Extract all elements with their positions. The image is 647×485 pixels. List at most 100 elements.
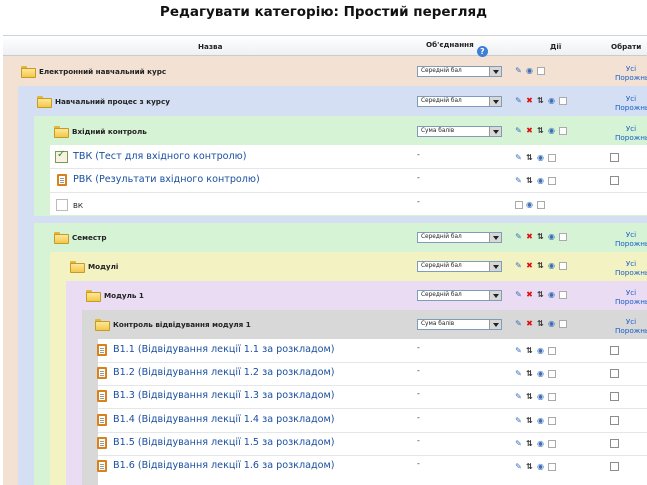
lock-checkbox[interactable]	[558, 126, 567, 135]
lock-checkbox[interactable]	[547, 346, 556, 355]
aggregation-select[interactable]: Середній бал	[417, 96, 502, 107]
select-checkbox[interactable]	[610, 153, 619, 162]
select-checkbox[interactable]	[610, 416, 619, 425]
eye-icon[interactable]: ◉	[535, 416, 546, 426]
select-none-link[interactable]: Порожньо	[615, 268, 647, 277]
move-icon[interactable]: ⇅	[535, 261, 546, 271]
lock-checkbox[interactable]	[558, 290, 567, 299]
lock-checkbox[interactable]	[547, 439, 556, 448]
move-icon[interactable]: ⇅	[524, 153, 535, 163]
chevron-down-icon[interactable]	[489, 127, 501, 136]
aggregation-select[interactable]: Середній бал	[417, 261, 502, 272]
select-none-link[interactable]: Порожньо	[615, 326, 647, 335]
lock-checkbox[interactable]	[547, 416, 556, 425]
delete-icon[interactable]: ✖	[524, 232, 535, 242]
move-icon[interactable]: ⇅	[524, 439, 535, 449]
item-name[interactable]: ТВК (Тест для вхідного контролю)	[73, 151, 246, 162]
lock-checkbox[interactable]	[547, 462, 556, 471]
lock-checkbox[interactable]	[558, 319, 567, 328]
eye-icon[interactable]: ◉	[546, 261, 557, 271]
edit-icon[interactable]: ✎	[513, 176, 524, 186]
select-all-link[interactable]: Усі	[615, 124, 647, 133]
edit-icon[interactable]: ✎	[513, 462, 524, 472]
aggregation-select[interactable]: Середній бал	[417, 66, 502, 77]
eye-icon[interactable]: ◉	[535, 153, 546, 163]
eye-icon[interactable]: ◉	[535, 439, 546, 449]
item-name[interactable]: В1.6 (Відвідування лекції 1.6 за розклад…	[113, 460, 334, 471]
move-icon[interactable]: ⇅	[524, 346, 535, 356]
chevron-down-icon[interactable]	[489, 67, 501, 76]
aggregation-select[interactable]: Сума балів	[417, 319, 502, 330]
item-name[interactable]: ВК	[73, 201, 83, 210]
edit-icon[interactable]: ✎	[513, 66, 524, 76]
aggregation-select[interactable]: Середній бал	[417, 290, 502, 301]
lock-checkbox[interactable]	[547, 176, 556, 185]
item-name[interactable]: В1.1 (Відвідування лекції 1.1 за розклад…	[113, 344, 334, 355]
item-name[interactable]: В1.2 (Відвідування лекції 1.2 за розклад…	[113, 367, 334, 378]
select-none-link[interactable]: Порожньо	[615, 133, 647, 142]
eye-icon[interactable]: ◉	[535, 346, 546, 356]
edit-icon[interactable]: ✎	[513, 126, 524, 136]
lock-checkbox[interactable]	[558, 232, 567, 241]
select-checkbox[interactable]	[610, 392, 619, 401]
select-all-link[interactable]: Усі	[615, 317, 647, 326]
select-checkbox[interactable]	[610, 439, 619, 448]
lock-checkbox[interactable]	[558, 261, 567, 270]
chevron-down-icon[interactable]	[489, 97, 501, 106]
eye-icon[interactable]: ◉	[546, 319, 557, 329]
lock-checkbox[interactable]	[536, 66, 545, 75]
edit-icon[interactable]: ✎	[513, 290, 524, 300]
lock-checkbox[interactable]	[547, 392, 556, 401]
edit-icon[interactable]: ✎	[513, 153, 524, 163]
lock-checkbox[interactable]	[547, 369, 556, 378]
edit-icon[interactable]: ✎	[513, 232, 524, 242]
delete-icon[interactable]: ✖	[524, 319, 535, 329]
select-all-link[interactable]: Усі	[615, 94, 647, 103]
move-icon[interactable]: ⇅	[535, 290, 546, 300]
eye-icon[interactable]: ◉	[546, 290, 557, 300]
item-name[interactable]: В1.3 (Відвідування лекції 1.3 за розклад…	[113, 390, 334, 401]
edit-icon[interactable]: ✎	[513, 346, 524, 356]
move-icon[interactable]: ⇅	[524, 369, 535, 379]
edit-icon[interactable]: ✎	[513, 96, 524, 106]
eye-icon[interactable]: ◉	[535, 392, 546, 402]
select-all-link[interactable]: Усі	[615, 230, 647, 239]
edit-icon[interactable]: ✎	[513, 439, 524, 449]
select-all-link[interactable]: Усі	[615, 259, 647, 268]
select-none-link[interactable]: Порожньо	[615, 103, 647, 112]
eye-icon[interactable]: ◉	[546, 232, 557, 242]
chevron-down-icon[interactable]	[489, 291, 501, 300]
lock-checkbox[interactable]	[536, 200, 545, 209]
edit-icon[interactable]: ✎	[513, 416, 524, 426]
eye-icon[interactable]: ◉	[524, 66, 535, 76]
move-icon[interactable]: ⇅	[535, 96, 546, 106]
edit-icon[interactable]: ✎	[513, 261, 524, 271]
delete-icon[interactable]: ✖	[524, 261, 535, 271]
select-all-link[interactable]: Усі	[615, 64, 647, 73]
hide-checkbox[interactable]	[514, 200, 523, 209]
lock-checkbox[interactable]	[547, 153, 556, 162]
eye-icon[interactable]: ◉	[524, 200, 535, 210]
edit-icon[interactable]: ✎	[513, 319, 524, 329]
item-name[interactable]: В1.5 (Відвідування лекції 1.5 за розклад…	[113, 437, 334, 448]
eye-icon[interactable]: ◉	[546, 96, 557, 106]
move-icon[interactable]: ⇅	[535, 232, 546, 242]
eye-icon[interactable]: ◉	[535, 462, 546, 472]
eye-icon[interactable]: ◉	[546, 126, 557, 136]
lock-checkbox[interactable]	[558, 96, 567, 105]
item-name[interactable]: РВК (Результати вхідного контролю)	[73, 174, 260, 185]
eye-icon[interactable]: ◉	[535, 369, 546, 379]
select-checkbox[interactable]	[610, 346, 619, 355]
chevron-down-icon[interactable]	[489, 262, 501, 271]
eye-icon[interactable]: ◉	[535, 176, 546, 186]
aggregation-select[interactable]: Середній бал	[417, 232, 502, 243]
chevron-down-icon[interactable]	[489, 320, 501, 329]
move-icon[interactable]: ⇅	[524, 176, 535, 186]
select-checkbox[interactable]	[610, 369, 619, 378]
select-checkbox[interactable]	[610, 462, 619, 471]
move-icon[interactable]: ⇅	[524, 462, 535, 472]
delete-icon[interactable]: ✖	[524, 290, 535, 300]
select-all-link[interactable]: Усі	[615, 288, 647, 297]
select-checkbox[interactable]	[610, 176, 619, 185]
select-none-link[interactable]: Порожньо	[615, 297, 647, 306]
